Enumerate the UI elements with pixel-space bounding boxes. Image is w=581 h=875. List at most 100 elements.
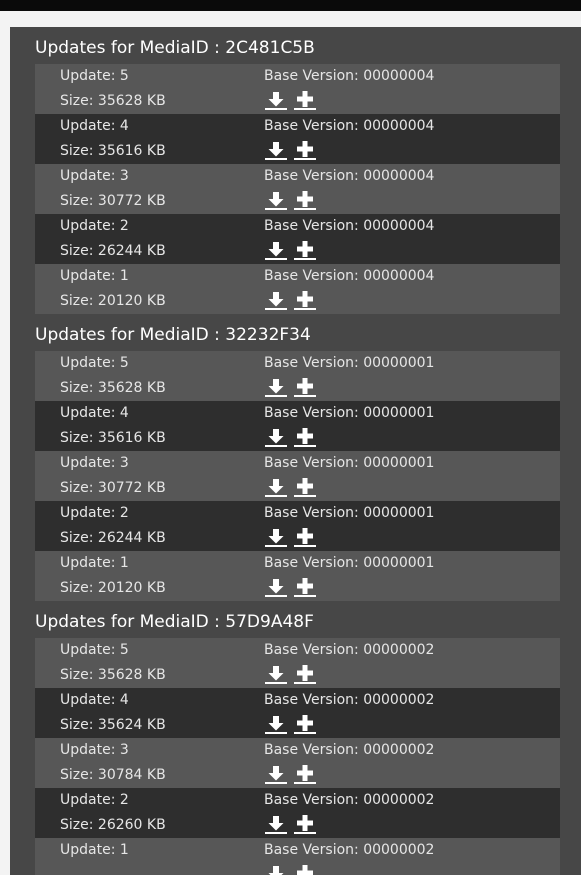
download-button[interactable] — [264, 477, 288, 498]
update-size: Size: 26244 KB — [60, 530, 166, 546]
add-button[interactable] — [293, 527, 317, 548]
update-number: Update: 2 — [60, 505, 129, 521]
base-version: Base Version: 00000004 — [264, 268, 435, 284]
plus-icon — [294, 478, 316, 497]
update-size: Size: 20120 KB — [60, 293, 166, 309]
update-number: Update: 2 — [60, 792, 129, 808]
add-button[interactable] — [293, 90, 317, 111]
add-button[interactable] — [293, 140, 317, 161]
plus-icon — [294, 578, 316, 597]
update-number: Update: 4 — [60, 692, 129, 708]
update-row: Update: 1 Size: 20120 KB Base Version: 000… — [35, 551, 560, 601]
add-button[interactable] — [293, 290, 317, 311]
update-row: Update: 3 Size: 30772 KB Base Version: 000… — [35, 451, 560, 501]
group-title: Updates for MediaID : 57D9A48F — [35, 612, 314, 632]
plus-icon — [294, 378, 316, 397]
download-button[interactable] — [264, 190, 288, 211]
update-row: Update: 2 Size: 26244 KB Base Version: 000… — [35, 501, 560, 551]
add-button[interactable] — [293, 764, 317, 785]
add-button[interactable] — [293, 814, 317, 835]
update-number: Update: 5 — [60, 355, 129, 371]
base-version: Base Version: 00000002 — [264, 842, 435, 858]
update-size: Size: 26244 KB — [60, 243, 166, 259]
media-group: Updates for MediaID : 32232F34 Update: 5 S… — [10, 314, 581, 601]
base-version: Base Version: 00000001 — [264, 355, 435, 371]
update-row: Update: 4 Size: 35624 KB Base Version: 000… — [35, 688, 560, 738]
add-button[interactable] — [293, 664, 317, 685]
update-row: Update: 4 Size: 35616 KB Base Version: 000… — [35, 114, 560, 164]
download-button[interactable] — [264, 290, 288, 311]
update-number: Update: 3 — [60, 168, 129, 184]
add-button[interactable] — [293, 190, 317, 211]
update-row: Update: 3 Size: 30772 KB Base Version: 000… — [35, 164, 560, 214]
add-button[interactable] — [293, 240, 317, 261]
download-button[interactable] — [264, 764, 288, 785]
add-button[interactable] — [293, 864, 317, 875]
add-button[interactable] — [293, 577, 317, 598]
update-row: Update: 1 Base Version: 00000002 — [35, 838, 560, 875]
update-number: Update: 5 — [60, 642, 129, 658]
base-version: Base Version: 00000002 — [264, 692, 435, 708]
download-icon — [265, 192, 287, 210]
download-button[interactable] — [264, 814, 288, 835]
add-button[interactable] — [293, 477, 317, 498]
download-button[interactable] — [264, 427, 288, 448]
update-size: Size: 26260 KB — [60, 817, 166, 833]
update-number: Update: 1 — [60, 555, 129, 571]
download-button[interactable] — [264, 140, 288, 161]
base-version: Base Version: 00000001 — [264, 505, 435, 521]
base-version: Base Version: 00000001 — [264, 555, 435, 571]
add-button[interactable] — [293, 427, 317, 448]
download-icon — [265, 816, 287, 834]
download-button[interactable] — [264, 664, 288, 685]
update-size: Size: 35616 KB — [60, 430, 166, 446]
group-title: Updates for MediaID : 2C481C5B — [35, 38, 315, 58]
plus-icon — [294, 241, 316, 260]
update-number: Update: 3 — [60, 742, 129, 758]
update-number: Update: 1 — [60, 842, 129, 858]
download-icon — [265, 92, 287, 110]
download-icon — [268, 866, 284, 875]
download-icon — [265, 666, 287, 684]
base-version: Base Version: 00000004 — [264, 168, 435, 184]
update-size: Size: 20120 KB — [60, 580, 166, 596]
download-icon — [265, 479, 287, 497]
plus-icon — [294, 141, 316, 160]
plus-icon — [294, 765, 316, 784]
add-button[interactable] — [293, 377, 317, 398]
download-icon — [265, 529, 287, 547]
update-number: Update: 4 — [60, 405, 129, 421]
plus-icon — [294, 191, 316, 210]
group-title: Updates for MediaID : 32232F34 — [35, 325, 311, 345]
top-bar — [0, 0, 581, 11]
download-button[interactable] — [264, 577, 288, 598]
base-version: Base Version: 00000002 — [264, 742, 435, 758]
plus-icon — [297, 865, 313, 875]
update-size: Size: 30772 KB — [60, 193, 166, 209]
add-button[interactable] — [293, 714, 317, 735]
download-button[interactable] — [264, 90, 288, 111]
base-version: Base Version: 00000004 — [264, 218, 435, 234]
update-size: Size: 35616 KB — [60, 143, 166, 159]
download-button[interactable] — [264, 864, 288, 875]
update-row: Update: 5 Size: 35628 KB Base Version: 000… — [35, 638, 560, 688]
download-button[interactable] — [264, 377, 288, 398]
update-number: Update: 5 — [60, 68, 129, 84]
base-version: Base Version: 00000001 — [264, 455, 435, 471]
plus-icon — [294, 91, 316, 110]
download-icon — [265, 379, 287, 397]
plus-icon — [294, 815, 316, 834]
download-button[interactable] — [264, 714, 288, 735]
update-row: Update: 2 Size: 26244 KB Base Version: 000… — [35, 214, 560, 264]
base-version: Base Version: 00000001 — [264, 405, 435, 421]
update-size: Size: 35624 KB — [60, 717, 166, 733]
plus-icon — [294, 715, 316, 734]
update-row: Update: 1 Size: 20120 KB Base Version: 000… — [35, 264, 560, 314]
download-icon — [265, 242, 287, 260]
download-button[interactable] — [264, 240, 288, 261]
download-button[interactable] — [264, 527, 288, 548]
plus-icon — [294, 428, 316, 447]
download-icon — [265, 766, 287, 784]
update-size: Size: 35628 KB — [60, 380, 166, 396]
update-number: Update: 4 — [60, 118, 129, 134]
